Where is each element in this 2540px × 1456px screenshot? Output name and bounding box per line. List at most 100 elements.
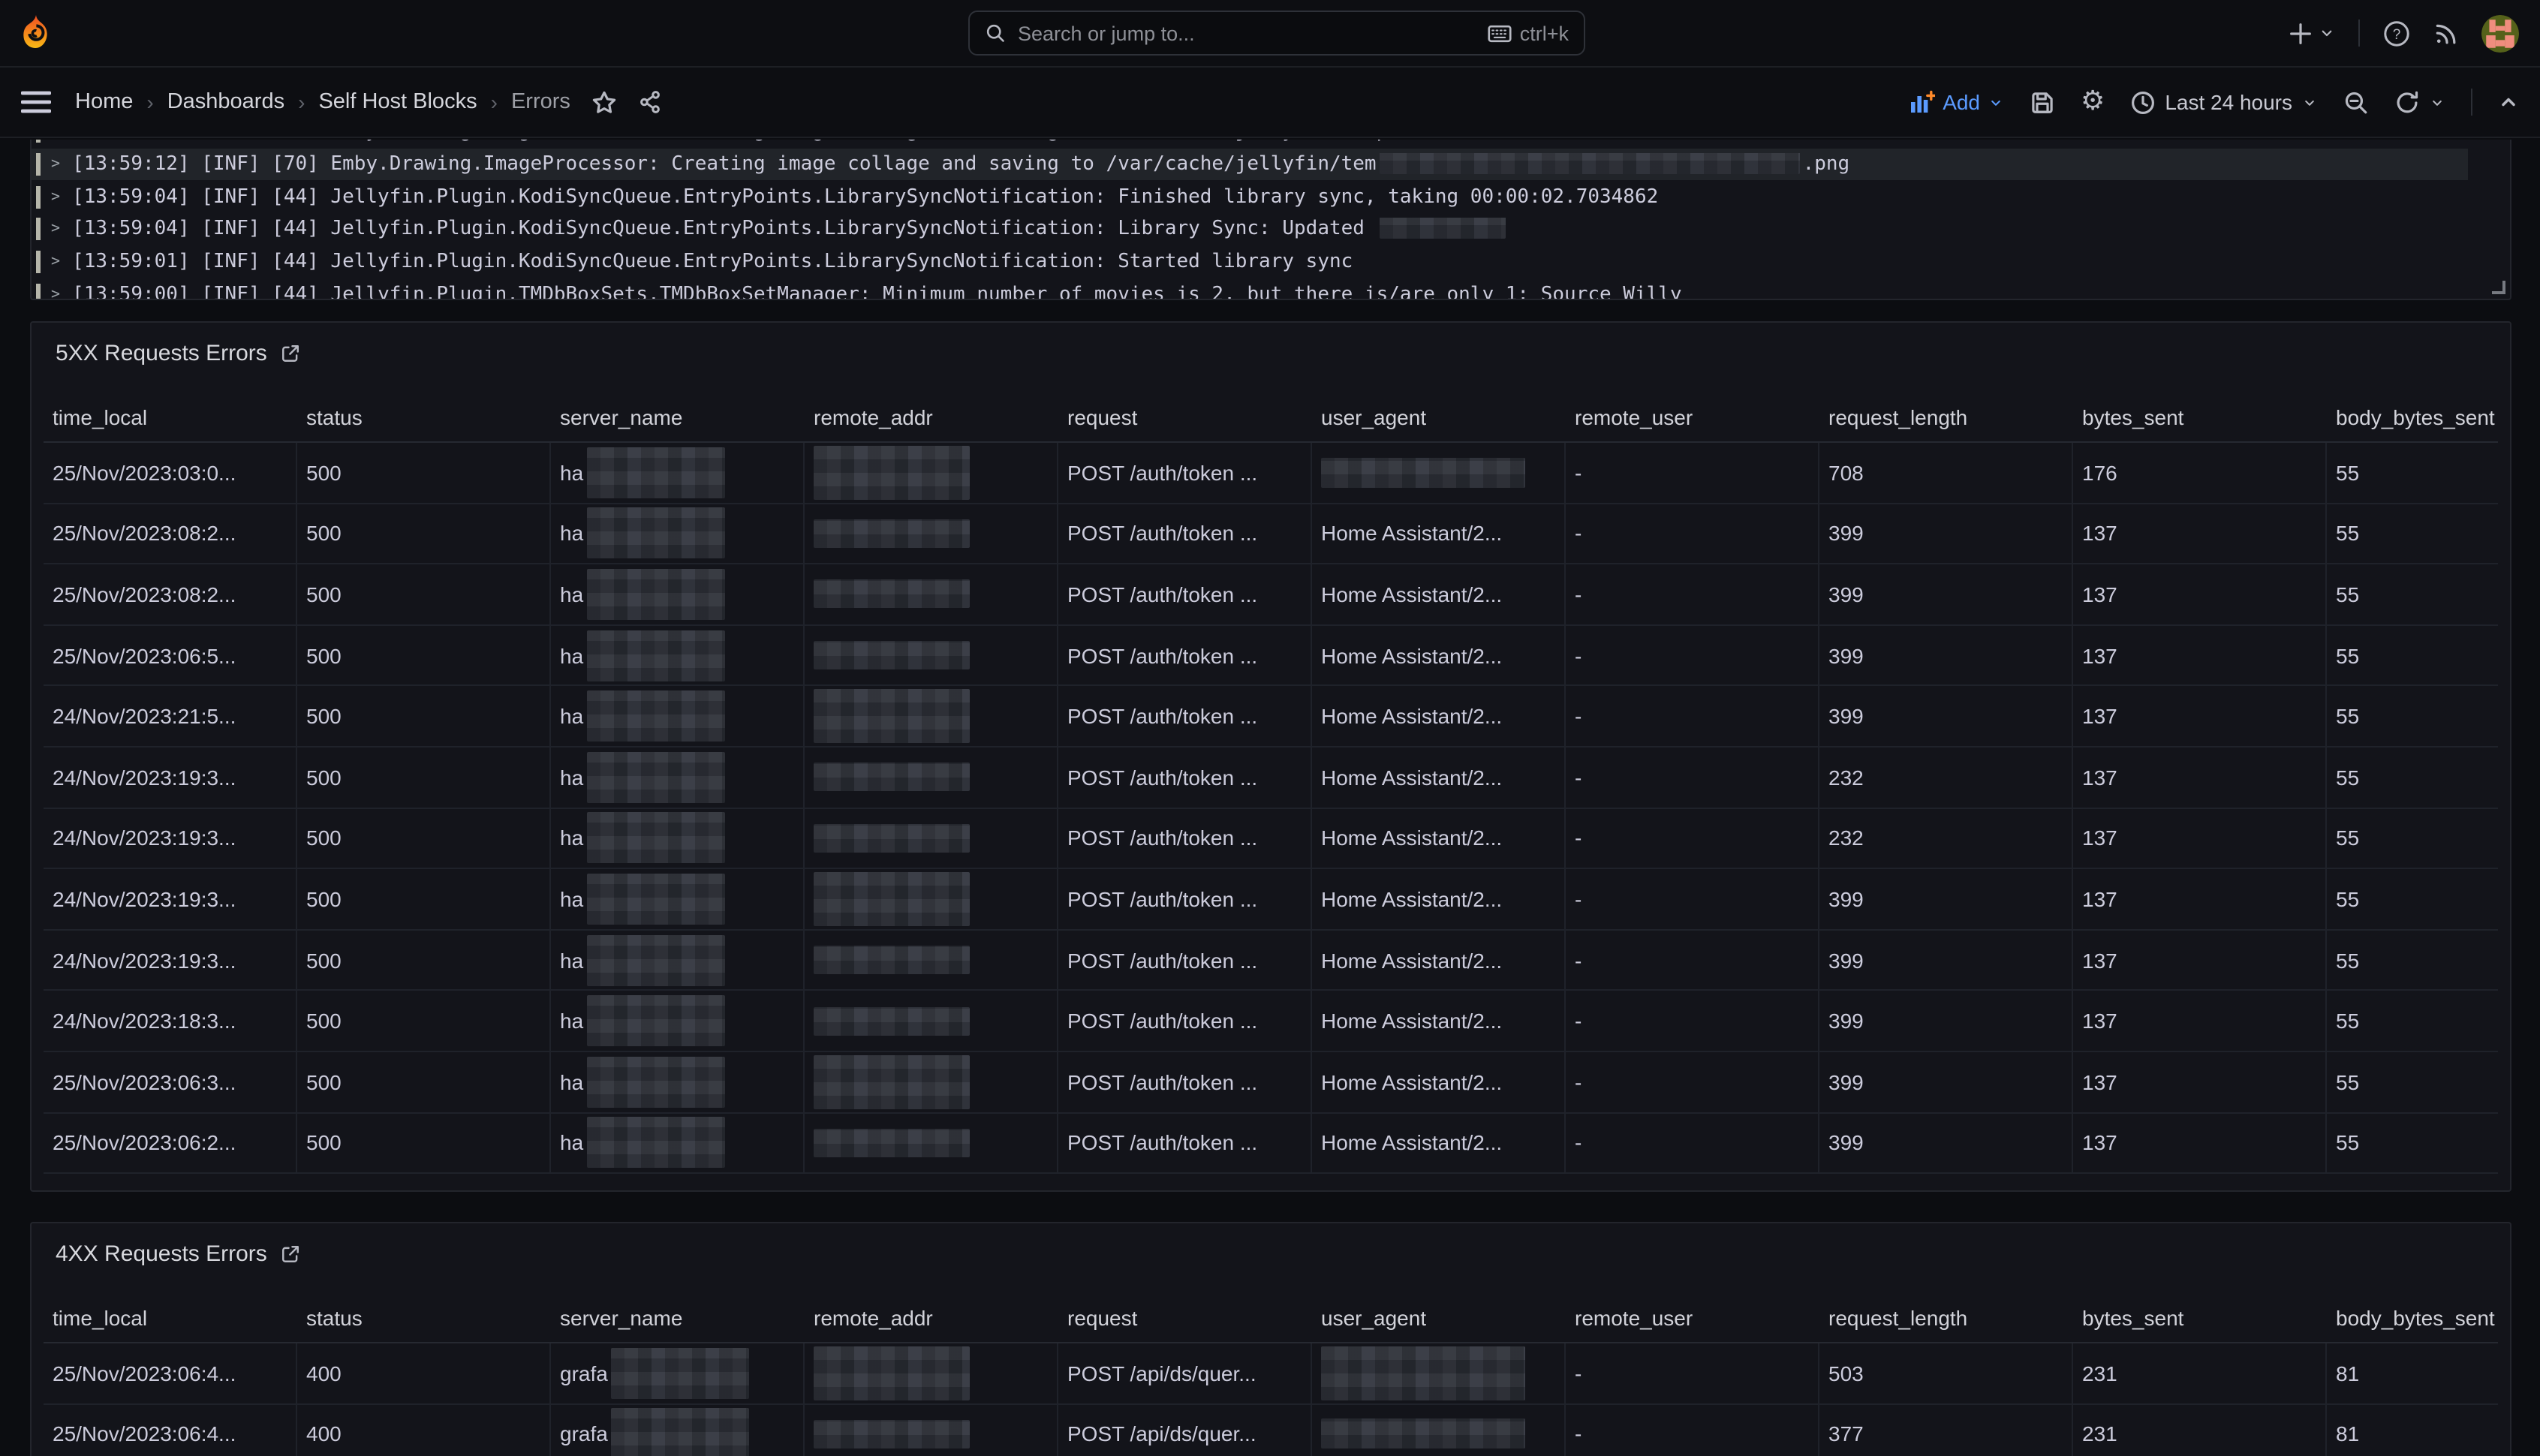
cell-body_bytes_sent: 55 — [2327, 1052, 2511, 1112]
cell-bytes_sent: 137 — [2073, 808, 2327, 868]
cell-time_local: 24/Nov/2023:21:5... — [44, 687, 297, 746]
cell-time_local: 25/Nov/2023:06:5... — [44, 626, 297, 685]
add-button[interactable]: Add — [1910, 90, 2004, 114]
zoom-out-time-button[interactable] — [2343, 89, 2369, 115]
cell-user_agent: Home Assistant/2... — [1312, 1113, 1566, 1172]
cell-remote_addr — [805, 1404, 1058, 1456]
dashboard-actions — [591, 89, 662, 115]
log-expand-icon[interactable]: > — [51, 156, 60, 173]
cell-body_bytes_sent: 81 — [2327, 1404, 2511, 1456]
cell-body_bytes_sent: 55 — [2327, 626, 2511, 685]
table-row: 25/Nov/2023:06:2...500haPOST /auth/token… — [44, 1113, 2498, 1174]
cell-request: POST /auth/token ... — [1058, 687, 1312, 746]
cell-server_name: ha — [551, 504, 805, 563]
share-icon[interactable] — [638, 90, 662, 114]
panel-title[interactable]: 4XX Requests Errors — [56, 1241, 267, 1266]
column-header-user_agent[interactable]: user_agent — [1312, 1305, 1566, 1329]
help-button[interactable]: ? — [2382, 19, 2411, 47]
news-button[interactable] — [2433, 20, 2459, 46]
column-header-server_name[interactable]: server_name — [551, 405, 805, 429]
cell-remote_user: - — [1566, 808, 1819, 868]
column-header-remote_addr[interactable]: remote_addr — [805, 1305, 1058, 1329]
log-expand-icon[interactable]: > — [51, 287, 60, 300]
log-list: >[13:59:12] [INF] [70] Emby.Drawing.Imag… — [32, 140, 2510, 300]
column-header-request[interactable]: request — [1058, 1305, 1312, 1329]
divider — [2471, 89, 2472, 116]
refresh-button[interactable] — [2394, 89, 2445, 115]
table-body: 25/Nov/2023:03:0...500haPOST /auth/token… — [44, 443, 2498, 1174]
cell-user_agent — [1312, 1343, 1566, 1403]
breadcrumb-dashboards[interactable]: Dashboards — [167, 90, 284, 114]
log-expand-icon[interactable]: > — [51, 188, 60, 205]
log-row[interactable]: >[13:59:12] [INF] [70] Emby.Drawing.Imag… — [32, 140, 2468, 148]
search-input[interactable]: Search or jump to... ctrl+k — [968, 11, 1585, 56]
column-header-request_length[interactable]: request_length — [1819, 405, 2073, 429]
redacted-value — [1321, 1419, 1525, 1449]
table-header-row: time_localstatusserver_nameremote_addrre… — [44, 1292, 2498, 1343]
cell-body_bytes_sent: 55 — [2327, 991, 2511, 1051]
cell-remote_addr — [805, 626, 1058, 685]
cell-time_local: 25/Nov/2023:08:2... — [44, 564, 297, 624]
log-row[interactable]: >[13:59:04] [INF] [44] Jellyfin.Plugin.K… — [32, 213, 2468, 245]
cell-status: 500 — [297, 504, 551, 563]
redacted-text — [1380, 153, 1800, 174]
collapse-toolbar-button[interactable] — [2498, 92, 2519, 113]
column-header-body_bytes_sent[interactable]: body_bytes_sent — [2327, 1305, 2511, 1329]
breadcrumb-home[interactable]: Home — [75, 90, 133, 114]
log-message: [13:59:01] [INF] [44] Jellyfin.Plugin.Ko… — [72, 251, 1353, 273]
redacted-value — [814, 446, 970, 500]
column-header-user_agent[interactable]: user_agent — [1312, 405, 1566, 429]
table-row: 25/Nov/2023:06:4...400grafaPOST /api/ds/… — [44, 1404, 2498, 1456]
log-level-bar — [36, 153, 41, 176]
cell-request_length: 232 — [1819, 748, 2073, 807]
redacted-value — [586, 447, 724, 498]
log-row[interactable]: >[13:59:12] [INF] [70] Emby.Drawing.Imag… — [32, 148, 2468, 180]
table-row: 24/Nov/2023:18:3...500haPOST /auth/token… — [44, 991, 2498, 1052]
cell-request: POST /auth/token ... — [1058, 564, 1312, 624]
log-expand-icon[interactable]: > — [51, 254, 60, 270]
star-icon[interactable] — [591, 89, 617, 115]
cell-time_local: 24/Nov/2023:18:3... — [44, 991, 297, 1051]
log-expand-icon[interactable]: > — [51, 221, 60, 238]
cell-bytes_sent: 137 — [2073, 626, 2327, 685]
column-header-status[interactable]: status — [297, 405, 551, 429]
time-range-picker[interactable]: Last 24 hours — [2130, 89, 2318, 115]
grafana-logo-icon[interactable] — [21, 15, 51, 51]
dashboard-settings-button[interactable]: ⚙ — [2081, 89, 2105, 116]
log-row[interactable]: > [13:59:00] [INF] [44] Jellyfin.Plugin.T… — [32, 278, 2468, 300]
column-header-body_bytes_sent[interactable]: body_bytes_sent — [2327, 405, 2511, 429]
column-header-remote_user[interactable]: remote_user — [1566, 1305, 1819, 1329]
save-dashboard-button[interactable] — [2030, 89, 2055, 115]
panel-resize-handle[interactable] — [2492, 281, 2505, 294]
cell-status: 400 — [297, 1404, 551, 1456]
redacted-value — [586, 1118, 724, 1169]
log-row[interactable]: >[13:59:04] [INF] [44] Jellyfin.Plugin.K… — [32, 181, 2468, 213]
column-header-request[interactable]: request — [1058, 405, 1312, 429]
external-link-icon[interactable] — [281, 343, 300, 362]
panel-title[interactable]: 5XX Requests Errors — [56, 340, 267, 366]
new-menu-button[interactable] — [2288, 20, 2336, 46]
dashboard-toolbar: Home › Dashboards › Self Host Blocks › E… — [0, 68, 2540, 138]
refresh-icon — [2394, 89, 2420, 115]
column-header-request_length[interactable]: request_length — [1819, 1305, 2073, 1329]
mega-menu-icon[interactable] — [21, 90, 51, 114]
column-header-bytes_sent[interactable]: bytes_sent — [2073, 1305, 2327, 1329]
redacted-value — [611, 1409, 749, 1456]
column-header-time_local[interactable]: time_local — [44, 405, 297, 429]
column-header-remote_user[interactable]: remote_user — [1566, 405, 1819, 429]
column-header-status[interactable]: status — [297, 1305, 551, 1329]
log-message: [13:59:00] [INF] [44] Jellyfin.Plugin.TM… — [72, 284, 1682, 300]
breadcrumb-self-host-blocks[interactable]: Self Host Blocks — [318, 90, 477, 114]
user-avatar[interactable] — [2481, 14, 2519, 52]
table-4xx: time_localstatusserver_nameremote_addrre… — [32, 1283, 2510, 1456]
column-header-server_name[interactable]: server_name — [551, 1305, 805, 1329]
zoom-out-icon — [2343, 89, 2369, 115]
table-header-row: time_localstatusserver_nameremote_addrre… — [44, 392, 2498, 443]
column-header-time_local[interactable]: time_local — [44, 1305, 297, 1329]
cell-request_length: 399 — [1819, 931, 2073, 990]
cell-body_bytes_sent: 55 — [2327, 1113, 2511, 1172]
log-row[interactable]: > [13:59:01] [INF] [44] Jellyfin.Plugin.K… — [32, 246, 2468, 278]
column-header-bytes_sent[interactable]: bytes_sent — [2073, 405, 2327, 429]
column-header-remote_addr[interactable]: remote_addr — [805, 405, 1058, 429]
external-link-icon[interactable] — [281, 1244, 300, 1263]
